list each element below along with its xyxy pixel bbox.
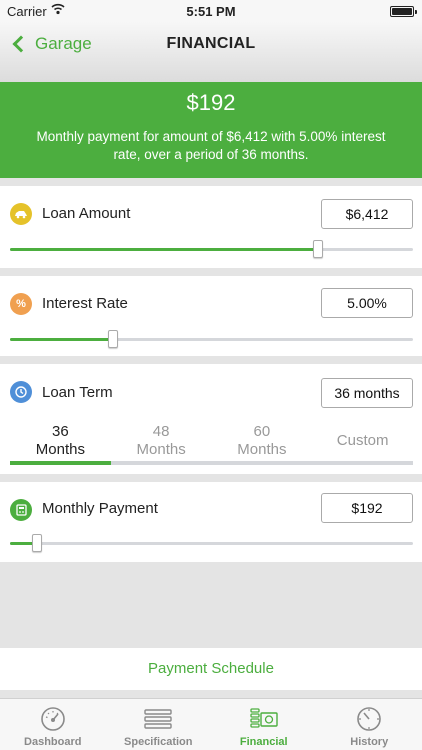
loan-term-segmented-control: 36 Months 48 Months 60 Months Custom bbox=[10, 420, 413, 462]
money-icon bbox=[250, 708, 278, 728]
loan-amount-field[interactable]: $6,412 bbox=[321, 199, 413, 229]
loan-term-card: Loan Term 36 months 36 Months 48 Months … bbox=[0, 364, 422, 474]
dashboard-gauge-icon bbox=[40, 707, 65, 731]
loan-amount-slider-track[interactable] bbox=[10, 248, 413, 251]
page-title: FINANCIAL bbox=[166, 35, 256, 52]
payment-summary-banner: $192 Monthly payment for amount of $6,41… bbox=[0, 82, 422, 178]
term-option-number: 48 bbox=[152, 423, 170, 440]
monthly-payment-label: Monthly Payment bbox=[42, 500, 158, 517]
monthly-payment-slider-track[interactable] bbox=[10, 542, 413, 545]
tab-specification[interactable]: Specification bbox=[106, 699, 212, 750]
term-option-60[interactable]: 60 Months bbox=[212, 420, 313, 462]
monthly-payment-field[interactable]: $192 bbox=[321, 493, 413, 523]
interest-rate-field[interactable]: 5.00% bbox=[321, 288, 413, 318]
summary-amount: $192 bbox=[186, 90, 236, 115]
tab-bar: Dashboard Specification Financial Histor… bbox=[0, 698, 422, 750]
term-option-unit: Months bbox=[237, 441, 287, 458]
loan-term-field[interactable]: 36 months bbox=[321, 378, 413, 408]
history-clock-icon bbox=[357, 707, 382, 731]
percent-icon: % bbox=[10, 293, 32, 315]
calculator-icon bbox=[10, 499, 32, 521]
interest-rate-slider-fill bbox=[10, 338, 113, 341]
term-option-unit: Months bbox=[35, 441, 85, 458]
term-option-unit: Months bbox=[136, 441, 186, 458]
list-icon bbox=[144, 709, 172, 729]
interest-rate-slider-thumb[interactable] bbox=[107, 330, 118, 348]
summary-description: Monthly payment for amount of $6,412 wit… bbox=[36, 129, 386, 162]
interest-rate-label: Interest Rate bbox=[42, 295, 128, 312]
payment-schedule-button[interactable]: Payment Schedule bbox=[0, 648, 422, 690]
clock: 5:51 PM bbox=[186, 4, 236, 19]
term-option-36[interactable]: 36 Months bbox=[10, 420, 111, 462]
interest-rate-slider-track[interactable] bbox=[10, 338, 413, 341]
term-option-custom-label: Custom bbox=[336, 432, 389, 449]
loan-amount-label: Loan Amount bbox=[42, 205, 131, 222]
navigation-bar: Garage FINANCIAL bbox=[0, 22, 422, 82]
tab-label: Specification bbox=[124, 736, 193, 748]
term-option-number: 60 bbox=[253, 423, 271, 440]
battery-icon bbox=[390, 6, 417, 17]
tab-label: Financial bbox=[239, 736, 288, 748]
loan-amount-slider-fill bbox=[10, 248, 319, 251]
status-bar: Carrier 5:51 PM bbox=[0, 0, 422, 22]
term-selection-indicator-track bbox=[10, 461, 413, 465]
loan-amount-card: Loan Amount $6,412 bbox=[0, 186, 422, 268]
clock-icon bbox=[10, 381, 32, 403]
tab-label: Dashboard bbox=[24, 736, 82, 748]
loan-term-label: Loan Term bbox=[42, 384, 113, 401]
loan-amount-slider-thumb[interactable] bbox=[313, 240, 324, 258]
term-option-48[interactable]: 48 Months bbox=[111, 420, 212, 462]
car-icon bbox=[10, 203, 32, 225]
tab-label: History bbox=[350, 736, 389, 748]
interest-rate-card: % Interest Rate 5.00% bbox=[0, 276, 422, 356]
term-option-number: 36 bbox=[52, 423, 69, 440]
tab-history[interactable]: History bbox=[317, 699, 422, 750]
monthly-payment-card: Monthly Payment $192 bbox=[0, 482, 422, 562]
term-option-custom[interactable]: Custom bbox=[312, 420, 413, 462]
tab-dashboard[interactable]: Dashboard bbox=[0, 699, 106, 750]
term-selection-indicator bbox=[10, 461, 111, 465]
monthly-payment-slider-thumb[interactable] bbox=[32, 534, 43, 552]
tab-financial[interactable]: Financial bbox=[211, 699, 317, 750]
